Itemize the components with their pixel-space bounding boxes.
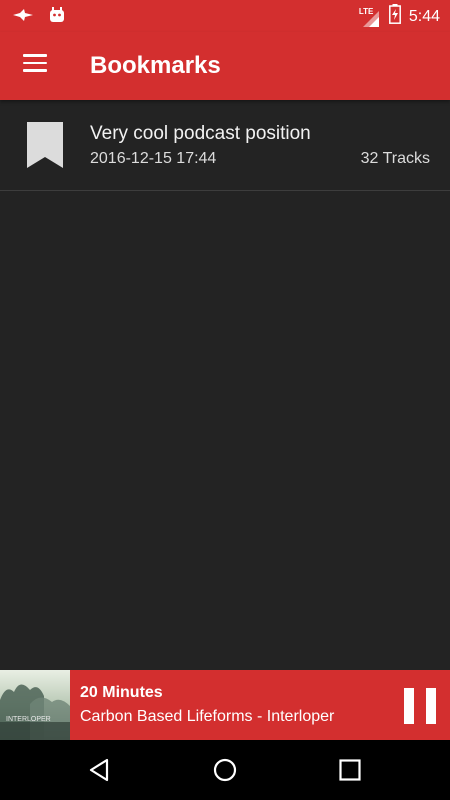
menu-icon[interactable] bbox=[23, 54, 47, 78]
navigation-bar bbox=[0, 740, 450, 800]
home-icon[interactable] bbox=[212, 757, 238, 783]
bookmark-track-count: 32 Tracks bbox=[360, 150, 430, 167]
notification-icon bbox=[12, 8, 34, 27]
bookmark-list: Very cool podcast position 2016-12-15 17… bbox=[0, 100, 450, 191]
bookmark-title: Very cool podcast position bbox=[90, 123, 311, 144]
album-art: INTERLOPER bbox=[0, 670, 70, 740]
status-time: 5:44 bbox=[408, 7, 440, 25]
bookmark-icon bbox=[27, 122, 63, 168]
pause-icon[interactable] bbox=[404, 688, 436, 724]
page-title: Bookmarks bbox=[90, 52, 221, 79]
list-item[interactable]: Very cool podcast position 2016-12-15 17… bbox=[0, 100, 450, 191]
track-artist-album: Carbon Based Lifeforms - Interloper bbox=[80, 708, 335, 725]
signal-icon: LTE bbox=[359, 7, 381, 27]
status-bar: LTE 5:44 bbox=[0, 0, 450, 32]
now-playing-bar[interactable]: INTERLOPER 20 Minutes Carbon Based Lifef… bbox=[0, 670, 450, 740]
back-icon[interactable] bbox=[87, 757, 113, 783]
album-art-text: INTERLOPER bbox=[6, 716, 51, 723]
android-icon bbox=[48, 6, 66, 29]
bookmark-date: 2016-12-15 17:44 bbox=[90, 150, 217, 167]
app-bar: Bookmarks bbox=[0, 32, 450, 100]
track-title: 20 Minutes bbox=[80, 684, 163, 701]
battery-icon bbox=[388, 4, 401, 29]
recents-icon[interactable] bbox=[337, 757, 363, 783]
